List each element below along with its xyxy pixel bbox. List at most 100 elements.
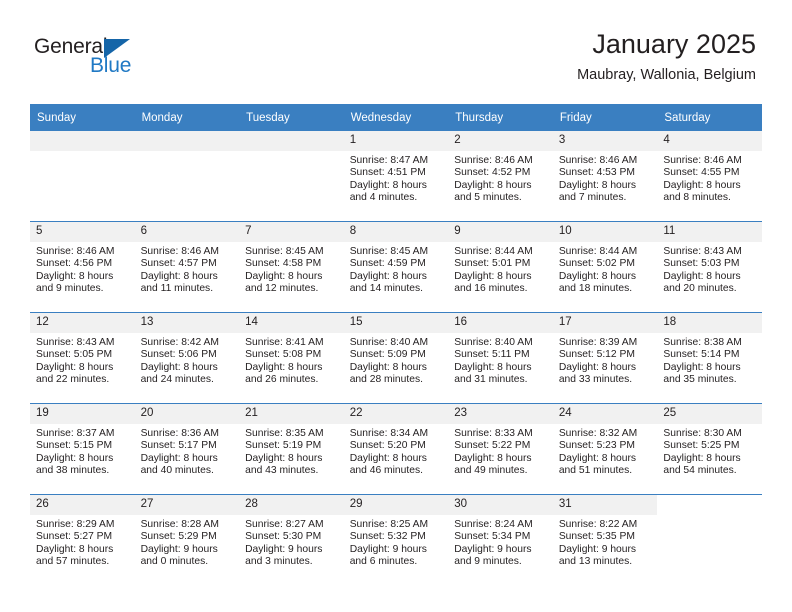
day-number: 27 [134,495,240,515]
calendar-body: 1 Sunrise: 8:47 AM Sunset: 4:51 PM Daylight… [30,131,762,585]
sunset-text: Sunset: 4:52 PM [454,167,531,179]
calendar-day-cell[interactable]: 27 Sunrise: 8:28 AM Sunset: 5:29 PM Dayligh… [134,494,240,585]
calendar-day-cell[interactable]: 24 Sunrise: 8:32 AM Sunset: 5:23 PM Dayligh… [552,403,658,495]
day-cell-inner: 24 Sunrise: 8:32 AM Sunset: 5:23 PM Dayligh… [552,404,658,494]
calendar-day-cell[interactable]: 12 Sunrise: 8:43 AM Sunset: 5:05 PM Dayligh… [30,312,135,404]
calendar-day-cell[interactable]: 18 Sunrise: 8:38 AM Sunset: 5:14 PM Dayligh… [657,312,762,404]
calendar-day-cell[interactable]: 15 Sunrise: 8:40 AM Sunset: 5:09 PM Dayligh… [343,312,449,404]
day-details: Sunrise: 8:46 AM Sunset: 4:57 PM Daylight:… [135,242,240,296]
sunrise-text: Sunrise: 8:34 AM [349,428,429,439]
daylight-text-line1: Daylight: 9 hours [558,543,637,555]
day-details: Sunrise: 8:43 AM Sunset: 5:03 PM Daylight:… [657,242,762,296]
sunset-text: Sunset: 4:55 PM [663,167,740,179]
day-number: 17 [552,313,658,333]
sunrise-text: Sunrise: 8:27 AM [245,519,324,530]
calendar-day-cell[interactable]: 11 Sunrise: 8:43 AM Sunset: 5:03 PM Dayligh… [657,221,762,313]
day-cell-inner: 19 Sunrise: 8:37 AM Sunset: 5:15 PM Dayligh… [30,404,135,494]
calendar-day-cell[interactable]: 29 Sunrise: 8:25 AM Sunset: 5:32 PM Dayligh… [343,494,449,585]
calendar-day-cell[interactable]: 16 Sunrise: 8:40 AM Sunset: 5:11 PM Dayligh… [448,312,553,404]
sunset-text: Sunset: 5:15 PM [36,440,113,452]
calendar-day-cell[interactable]: 19 Sunrise: 8:37 AM Sunset: 5:15 PM Dayligh… [30,403,135,495]
day-cell-inner: 14 Sunrise: 8:41 AM Sunset: 5:08 PM Dayligh… [239,313,344,403]
calendar-day-cell[interactable]: 31 Sunrise: 8:22 AM Sunset: 5:35 PM Dayligh… [552,494,658,585]
calendar-day-cell[interactable]: 6 Sunrise: 8:46 AM Sunset: 4:57 PM Daylight… [134,221,240,313]
daylight-text-line2: and 6 minutes. [349,556,418,568]
sunrise-text: Sunrise: 8:40 AM [454,337,533,348]
sunset-text: Sunset: 4:51 PM [349,167,426,179]
calendar-day-cell[interactable]: 14 Sunrise: 8:41 AM Sunset: 5:08 PM Dayligh… [239,312,344,404]
calendar-day-cell[interactable]: 25 Sunrise: 8:30 AM Sunset: 5:25 PM Dayligh… [657,403,762,495]
day-number: 6 [134,222,240,242]
calendar-grid: Sunday Monday Tuesday Wednesday Thursday… [30,104,762,585]
day-details: Sunrise: 8:33 AM Sunset: 5:22 PM Daylight:… [448,424,553,478]
sunset-text: Sunset: 5:12 PM [558,349,635,361]
calendar-day-cell[interactable]: 28 Sunrise: 8:27 AM Sunset: 5:30 PM Dayligh… [239,494,344,585]
day-cell-inner: 7 Sunrise: 8:45 AM Sunset: 4:58 PM Daylight… [239,222,344,312]
sunrise-text: Sunrise: 8:30 AM [663,428,742,439]
calendar-day-cell[interactable]: 5 Sunrise: 8:46 AM Sunset: 4:56 PM Daylight… [30,221,135,313]
day-details: Sunrise: 8:46 AM Sunset: 4:55 PM Daylight:… [657,151,762,205]
day-details: Sunrise: 8:25 AM Sunset: 5:32 PM Daylight:… [344,515,449,569]
sunset-text: Sunset: 5:25 PM [663,440,740,452]
day-details: Sunrise: 8:40 AM Sunset: 5:11 PM Daylight:… [448,333,553,387]
daylight-text-line1: Daylight: 8 hours [349,361,427,373]
calendar-day-cell[interactable]: 7 Sunrise: 8:45 AM Sunset: 4:58 PM Daylight… [239,221,344,313]
calendar-day-cell[interactable]: 8 Sunrise: 8:45 AM Sunset: 4:59 PM Daylight… [343,221,449,313]
daylight-text-line2: and 12 minutes. [245,283,319,295]
day-cell-inner: 22 Sunrise: 8:34 AM Sunset: 5:20 PM Dayligh… [343,404,449,494]
day-cell-inner: 12 Sunrise: 8:43 AM Sunset: 5:05 PM Dayligh… [30,313,135,403]
calendar-day-cell[interactable]: 20 Sunrise: 8:36 AM Sunset: 5:17 PM Dayligh… [134,403,240,495]
day-cell-inner: 23 Sunrise: 8:33 AM Sunset: 5:22 PM Dayligh… [448,404,553,494]
calendar-day-cell[interactable]: 26 Sunrise: 8:29 AM Sunset: 5:27 PM Dayligh… [30,494,135,585]
daylight-text-line2: and 28 minutes. [349,374,423,386]
calendar-day-cell[interactable]: 4 Sunrise: 8:46 AM Sunset: 4:55 PM Daylight… [657,131,762,222]
calendar-day-cell[interactable]: 3 Sunrise: 8:46 AM Sunset: 4:53 PM Daylight… [552,131,658,222]
calendar-day-cell-empty[interactable] [657,494,762,585]
day-number: 5 [30,222,135,242]
daylight-text-line1: Daylight: 8 hours [558,361,637,373]
calendar-day-cell[interactable]: 22 Sunrise: 8:34 AM Sunset: 5:20 PM Dayligh… [343,403,449,495]
calendar-day-cell[interactable]: 30 Sunrise: 8:24 AM Sunset: 5:34 PM Dayligh… [448,494,553,585]
sunrise-text: Sunrise: 8:28 AM [140,519,219,530]
calendar-day-cell[interactable]: 13 Sunrise: 8:42 AM Sunset: 5:06 PM Dayligh… [134,312,240,404]
sunrise-text: Sunrise: 8:32 AM [558,428,638,439]
weekday-header-sunday: Sunday [30,104,135,131]
daylight-text-line1: Daylight: 8 hours [36,270,114,282]
sunrise-text: Sunrise: 8:38 AM [663,337,742,348]
sunrise-text: Sunrise: 8:41 AM [245,337,324,348]
daylight-text-line2: and 33 minutes. [558,374,633,386]
sunrise-text: Sunrise: 8:39 AM [558,337,638,348]
day-cell-inner: 18 Sunrise: 8:38 AM Sunset: 5:14 PM Dayligh… [657,313,762,403]
calendar-day-cell[interactable]: 17 Sunrise: 8:39 AM Sunset: 5:12 PM Dayligh… [552,312,658,404]
day-details: Sunrise: 8:29 AM Sunset: 5:27 PM Daylight:… [30,515,135,569]
day-number: 15 [343,313,449,333]
calendar-day-cell-empty[interactable] [134,131,240,222]
general-blue-logo: General Blue [34,36,254,84]
calendar-day-cell[interactable]: 2 Sunrise: 8:46 AM Sunset: 4:52 PM Daylight… [448,131,553,222]
daylight-text-line2: and 11 minutes. [140,283,214,295]
day-details: Sunrise: 8:46 AM Sunset: 4:53 PM Daylight:… [553,151,658,205]
day-number: 11 [657,222,762,242]
day-cell-inner: 10 Sunrise: 8:44 AM Sunset: 5:02 PM Dayligh… [552,222,658,312]
day-number-placeholder [30,131,135,151]
calendar-day-cell-empty[interactable] [239,131,344,222]
day-number: 18 [657,313,762,333]
calendar-day-cell-empty[interactable] [30,131,135,222]
calendar-day-cell[interactable]: 1 Sunrise: 8:47 AM Sunset: 4:51 PM Daylight… [343,131,449,222]
day-number: 16 [448,313,553,333]
daylight-text-line2: and 9 minutes. [454,556,522,568]
day-number: 19 [30,404,135,424]
day-details: Sunrise: 8:46 AM Sunset: 4:56 PM Daylight:… [30,242,135,296]
page-title: January 2025 [592,29,756,59]
sunrise-text: Sunrise: 8:46 AM [454,155,533,166]
day-number: 12 [30,313,135,333]
calendar-day-cell[interactable]: 9 Sunrise: 8:44 AM Sunset: 5:01 PM Daylight… [448,221,553,313]
calendar-day-cell[interactable]: 21 Sunrise: 8:35 AM Sunset: 5:19 PM Dayligh… [239,403,344,495]
calendar-day-cell[interactable]: 23 Sunrise: 8:33 AM Sunset: 5:22 PM Dayligh… [448,403,553,495]
daylight-text-line2: and 24 minutes. [140,374,214,386]
daylight-text-line2: and 7 minutes. [558,192,627,204]
daylight-text-line1: Daylight: 9 hours [454,543,532,555]
daylight-text-line2: and 54 minutes. [663,465,737,477]
daylight-text-line1: Daylight: 8 hours [245,361,323,373]
calendar-day-cell[interactable]: 10 Sunrise: 8:44 AM Sunset: 5:02 PM Dayligh… [552,221,658,313]
